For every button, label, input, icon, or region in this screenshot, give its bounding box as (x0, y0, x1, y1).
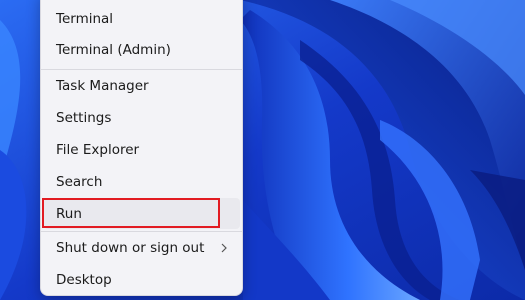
menu-item-label: Settings (56, 109, 112, 126)
menu-item-label: Desktop (56, 271, 112, 288)
menu-item-label: Run (56, 205, 82, 222)
menu-item-label: Shut down or sign out (56, 239, 205, 256)
menu-item-shut-down-or-sign-out[interactable]: Shut down or sign out (44, 232, 240, 263)
menu-item-desktop[interactable]: Desktop (44, 264, 240, 295)
menu-item-settings[interactable]: Settings (44, 102, 240, 133)
menu-item-terminal[interactable]: Terminal (44, 3, 240, 34)
menu-item-run[interactable]: Run (44, 198, 240, 229)
menu-item-label: Search (56, 173, 103, 190)
menu-item-terminal-admin[interactable]: Terminal (Admin) (44, 34, 240, 65)
menu-item-label: Terminal (56, 10, 114, 27)
menu-item-file-explorer[interactable]: File Explorer (44, 134, 240, 165)
chevron-right-icon (221, 243, 227, 252)
menu-item-label: Terminal (Admin) (56, 41, 171, 58)
menu-item-task-manager[interactable]: Task Manager (44, 70, 240, 101)
menu-item-label: File Explorer (56, 141, 140, 158)
menu-item-search[interactable]: Search (44, 166, 240, 197)
quick-link-context-menu: Terminal Terminal (Admin) Task Manager S… (40, 0, 243, 296)
menu-item-label: Task Manager (56, 77, 149, 94)
